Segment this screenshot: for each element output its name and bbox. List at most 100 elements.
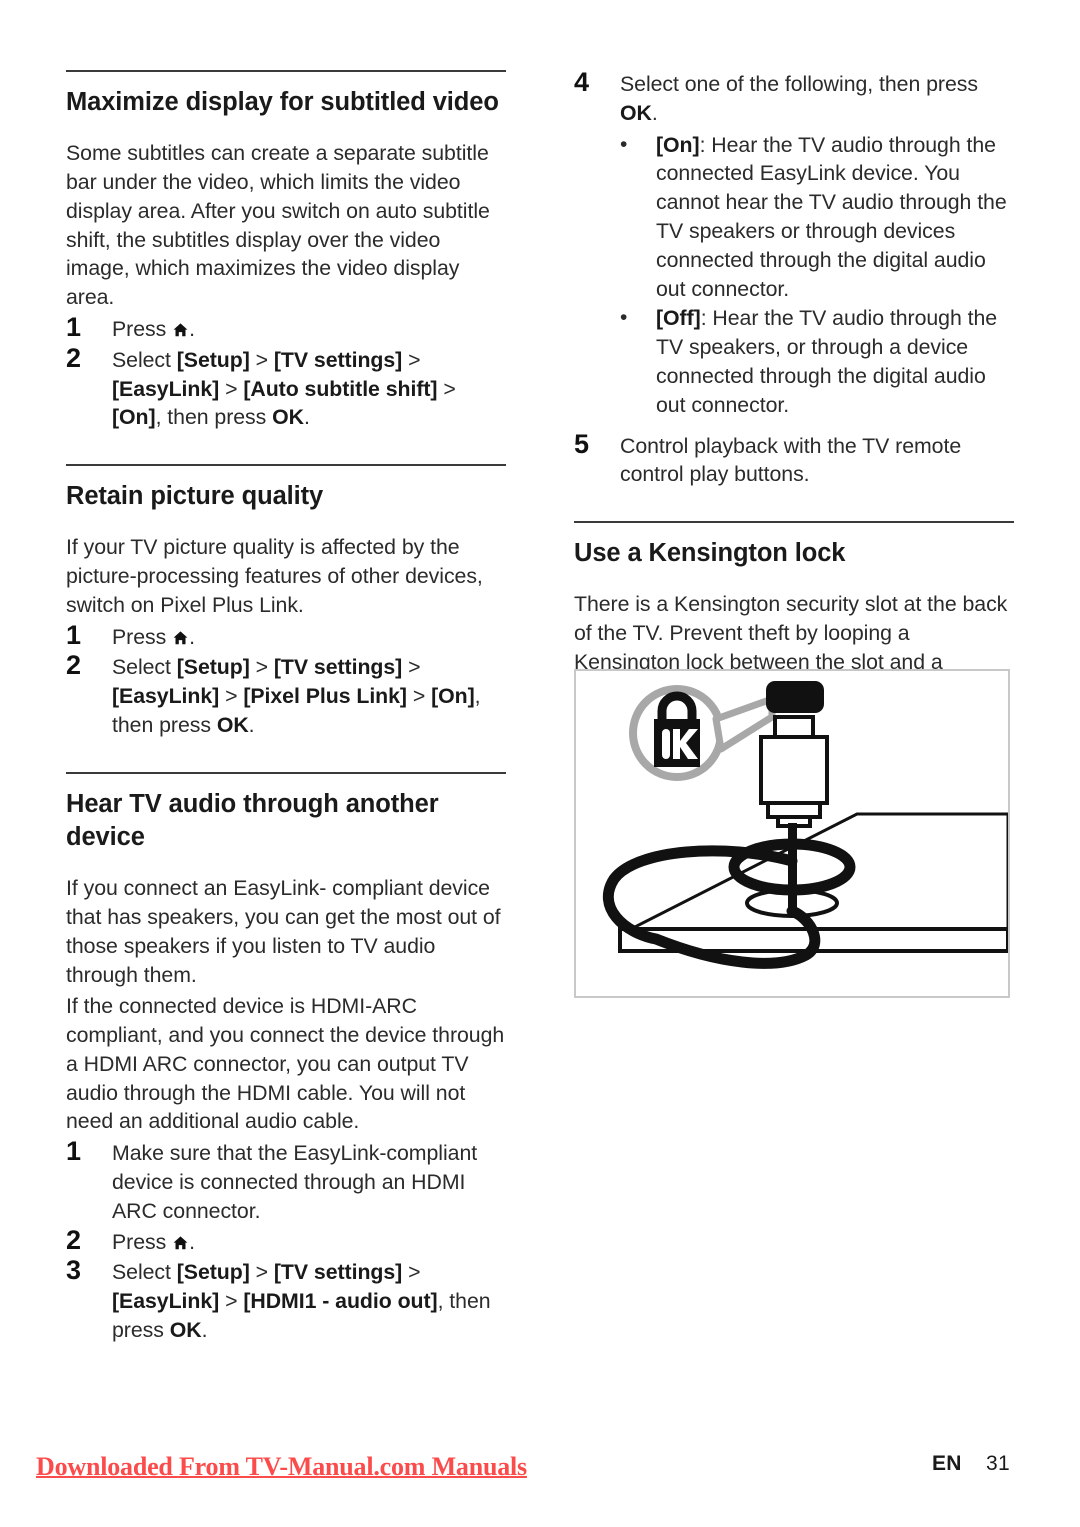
step-number: 2 (66, 342, 81, 373)
step-text: Select [Setup] > [TV settings] > [EasyLi… (112, 655, 481, 737)
section-paragraph: If the connected device is HDMI-ARC comp… (66, 994, 505, 1134)
ui-token: [TV settings] (273, 347, 403, 372)
section-divider (66, 771, 506, 774)
step-text-pre: Press (112, 624, 173, 649)
section-hear-tv-audio: Hear TV audio through another device If … (66, 771, 506, 1345)
step-number: 3 (66, 1255, 81, 1286)
kensington-lock-illustration (574, 669, 1010, 998)
bullet-icon: • (620, 306, 628, 330)
section-divider (66, 70, 506, 72)
left-column: Maximize display for subtitled video Som… (66, 70, 506, 1347)
step-item: 4 Select one of the following, then pres… (574, 67, 1014, 128)
text-run: Select (112, 655, 177, 680)
step-list: 1 Make sure that the EasyLink-compliant … (66, 1136, 506, 1345)
ui-token: OK (169, 1318, 202, 1343)
option-description: : Hear the TV audio through the connecte… (656, 132, 1007, 301)
step-item: 2 Select [Setup] > [TV settings] > [Easy… (66, 650, 506, 739)
home-icon (172, 625, 189, 644)
kensington-lock-drawing (602, 681, 1008, 969)
text-run: , then press (155, 405, 273, 430)
text-run: > (402, 347, 421, 372)
text-run: > (219, 376, 244, 401)
step-item: 3 Select [Setup] > [TV settings] > [Easy… (66, 1255, 506, 1344)
step-item: 2 Select [Setup] > [TV settings] > [Easy… (66, 342, 506, 432)
ui-token: OK (272, 405, 304, 430)
step-text: Control playback with the TV remote cont… (620, 433, 962, 487)
step-item: 1 Make sure that the EasyLink-compliant … (66, 1136, 506, 1225)
step-number: 1 (66, 619, 81, 650)
step-item: 5 Control playback with the TV remote co… (574, 428, 1014, 490)
step-item: 2 Press . (66, 1224, 506, 1257)
text-run: > (249, 347, 274, 372)
step-number: 5 (574, 428, 589, 459)
text-run: > (406, 684, 432, 709)
text-run: > (402, 1260, 421, 1285)
right-column: 4 Select one of the following, then pres… (574, 67, 1014, 708)
step-number: 4 (574, 67, 589, 97)
text-run: > (219, 1289, 244, 1314)
text-run: . (651, 100, 658, 125)
step-text: Select [Setup] > [TV settings] > [EasyLi… (112, 348, 456, 430)
ui-token: [Auto subtitle shift] (243, 376, 438, 401)
language-code: EN (932, 1452, 962, 1475)
ui-token: [Setup] (176, 655, 250, 680)
bullet-icon: • (620, 132, 628, 156)
option-description: : Hear the TV audio through the TV speak… (656, 306, 998, 417)
page-number: 31 (986, 1452, 1010, 1475)
ui-token: [Setup] (176, 1260, 250, 1285)
step-number: 1 (66, 311, 81, 342)
text-run: . (248, 713, 255, 738)
step-item: 1 Press . (66, 311, 506, 344)
ui-token: [Setup] (176, 347, 250, 372)
text-run: > (437, 376, 456, 401)
manual-page: Maximize display for subtitled video Som… (0, 0, 1080, 1527)
option-label: [On] (656, 132, 700, 157)
ui-token: OK (216, 713, 249, 738)
option-label: [Off] (656, 306, 701, 331)
list-item: • [Off]: Hear the TV audio through the T… (574, 304, 1014, 419)
step-text-post: . (189, 316, 195, 341)
step-number: 2 (66, 1224, 81, 1255)
step-list: 1 Press . 2 Select [Setup] > [TV setting… (66, 619, 506, 740)
ui-token: [EasyLink] (112, 1289, 220, 1314)
ui-token: OK (620, 100, 652, 125)
text-run: . (201, 1318, 208, 1343)
step-list-continued: 4 Select one of the following, then pres… (574, 67, 1014, 128)
step-text-post: . (189, 1229, 195, 1254)
step-text: Select one of the following, then press … (620, 72, 978, 125)
ui-token: [On] (112, 405, 156, 430)
list-item: • [On]: Hear the TV audio through the co… (574, 131, 1014, 304)
ui-token: [TV settings] (273, 655, 403, 680)
ui-token: [TV settings] (273, 1260, 403, 1285)
home-icon (172, 1230, 189, 1249)
text-run: . (303, 405, 310, 430)
section-divider (66, 464, 506, 467)
step-text-pre: Press (112, 316, 173, 341)
section-paragraph: Some subtitles can create a separate sub… (66, 141, 490, 310)
ui-token: [EasyLink] (112, 376, 220, 401)
text-run: > (219, 684, 244, 709)
home-icon (172, 317, 189, 337)
option-bullet-list: • [On]: Hear the TV audio through the co… (574, 131, 1014, 420)
watermark-link[interactable]: Downloaded From TV-Manual.com Manuals (36, 1452, 527, 1482)
step-text-post: . (189, 624, 195, 649)
ui-token: [EasyLink] (112, 684, 220, 709)
section-heading: Retain picture quality (66, 482, 324, 511)
section-paragraph: If your TV picture quality is affected b… (66, 535, 483, 617)
text-run: Select one of the following, then press (620, 72, 978, 96)
section-heading: Hear TV audio through another device (66, 789, 439, 851)
text-run: Make sure that the EasyLink-compliant de… (112, 1141, 478, 1223)
ui-token: [HDMI1 - audio out] (243, 1289, 438, 1314)
section-divider (574, 521, 1014, 524)
ui-token: [On] (431, 684, 475, 709)
step-list-final: 5 Control playback with the TV remote co… (574, 428, 1014, 490)
ui-token: [Pixel Plus Link] (243, 684, 407, 709)
step-text: Select [Setup] > [TV settings] > [EasyLi… (112, 1260, 491, 1342)
text-run: Select (112, 1260, 177, 1285)
section-heading: Use a Kensington lock (574, 539, 846, 568)
text-run: > (249, 1260, 274, 1285)
step-item: 1 Press . (66, 619, 506, 652)
text-run: > (249, 655, 274, 680)
section-maximize-display: Maximize display for subtitled video Som… (66, 70, 506, 432)
page-title: Maximize display for subtitled video (66, 88, 499, 116)
